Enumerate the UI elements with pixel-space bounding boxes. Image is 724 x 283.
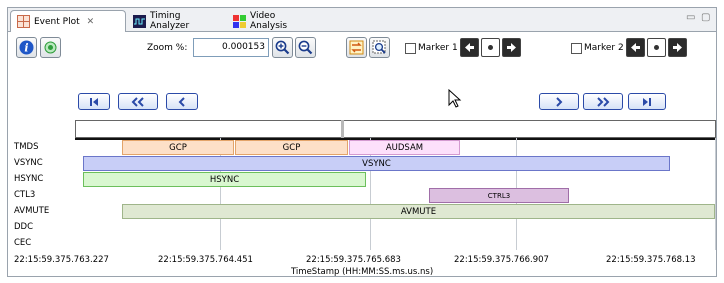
mouse-cursor-icon — [448, 89, 462, 108]
axis-tick-label: 22:15:59.375.766.907 — [454, 255, 549, 265]
axis-label: TimeStamp (HH:MM:SS.ms.us.ns) — [291, 267, 434, 277]
step-back-button[interactable] — [166, 93, 198, 110]
grid-line — [715, 138, 716, 250]
tab-timing-analyzer[interactable]: Timing Analyzer — [127, 11, 227, 31]
arrow-left-icon — [631, 43, 640, 52]
event-plot-area: GCP GCP AUDSAM VSYNC HSYNC CTRL3 AVMUTE TimeSt… — [8, 64, 716, 277]
page-back-button[interactable] — [118, 93, 158, 110]
double-chevron-right-icon — [597, 96, 610, 107]
marker2-label: Marker 2 — [584, 43, 624, 53]
zoom-region-button[interactable] — [369, 37, 390, 58]
tab-label: Video Analysis — [250, 11, 288, 31]
event-bar-hsync[interactable]: HSYNC — [83, 172, 366, 187]
signal-label-ctl3: CTL3 — [14, 190, 36, 200]
axis-tick-label: 22:15:59.375.763.227 — [14, 255, 109, 265]
signal-label-cec: CEC — [14, 238, 32, 248]
overview-bar[interactable] — [75, 120, 716, 138]
arrow-left-icon — [465, 43, 474, 52]
event-bar-ctrl3[interactable]: CTRL3 — [429, 188, 569, 203]
marker1-label: Marker 1 — [418, 43, 458, 53]
zoom-label: Zoom %: — [147, 43, 188, 53]
event-bar-audsam[interactable]: AUDSAM — [349, 140, 460, 155]
event-bar-vsync[interactable]: VSYNC — [83, 156, 670, 171]
signal-label-hsync: HSYNC — [14, 174, 44, 184]
overview-position-marker[interactable] — [341, 120, 344, 138]
marker1-checkbox[interactable] — [405, 43, 416, 54]
marker1-center-button[interactable] — [481, 38, 500, 57]
arrow-right-icon — [673, 43, 682, 52]
tab-event-plot[interactable]: Event Plot ✕ — [10, 10, 126, 32]
timing-analyzer-icon — [133, 14, 146, 28]
last-button[interactable] — [628, 93, 666, 110]
event-plot-view: Event Plot ✕ Timing Analyzer Video Analy… — [7, 7, 717, 277]
signal-label-vsync: VSYNC — [14, 158, 43, 168]
marker2-checkbox[interactable] — [571, 43, 582, 54]
record-button[interactable] — [40, 37, 61, 58]
axis-tick-label: 22:15:59.375.764.451 — [158, 255, 253, 265]
page-forward-button[interactable] — [583, 93, 623, 110]
maximize-icon[interactable]: ▢ — [701, 12, 710, 23]
fit-width-button[interactable] — [346, 37, 367, 58]
dot-icon — [488, 45, 493, 50]
zoom-region-icon — [372, 40, 386, 54]
tab-label: Timing Analyzer — [150, 11, 190, 31]
marker1-prev-button[interactable] — [460, 38, 479, 57]
tab-label: Event Plot — [34, 16, 80, 27]
close-icon[interactable]: ✕ — [87, 17, 95, 27]
zoom-out-icon — [298, 40, 313, 55]
zoom-out-button[interactable] — [295, 37, 316, 58]
info-icon: i — [19, 40, 34, 55]
step-forward-button[interactable] — [539, 93, 579, 110]
zoom-input[interactable]: 0.000153 — [193, 38, 269, 57]
chevron-left-icon — [178, 96, 185, 107]
marker1-next-button[interactable] — [502, 38, 521, 57]
tab-bar: Event Plot ✕ Timing Analyzer Video Analy… — [8, 8, 716, 32]
swap-icon — [349, 40, 364, 55]
arrow-right-icon — [507, 43, 516, 52]
event-plot-icon — [17, 15, 30, 28]
skip-first-icon — [90, 97, 98, 106]
svg-text:i: i — [24, 42, 28, 55]
signal-label-ddc: DDC — [14, 222, 34, 232]
marker2-next-button[interactable] — [668, 38, 687, 57]
signal-label-tmds: TMDS — [14, 142, 39, 152]
event-bar-avmute[interactable]: AVMUTE — [122, 204, 715, 219]
axis-tick-label: 22:15:59.375.768.13 — [606, 255, 696, 265]
axis-tick-label: 22:15:59.375.765.683 — [306, 255, 401, 265]
toolbar: i Zoom %: 0.000153 Marker 1 Marker 2 — [8, 32, 716, 64]
zoom-in-icon — [275, 40, 290, 55]
skip-last-icon — [643, 97, 651, 106]
video-analysis-icon — [233, 14, 246, 28]
marker2-center-button[interactable] — [647, 38, 666, 57]
signal-grid: GCP GCP AUDSAM VSYNC HSYNC CTRL3 AVMUTE — [75, 138, 716, 250]
double-chevron-left-icon — [131, 96, 144, 107]
record-icon — [44, 41, 57, 54]
event-bar-gcp[interactable]: GCP — [122, 140, 234, 155]
tab-video-analysis[interactable]: Video Analysis — [227, 11, 321, 31]
info-button[interactable]: i — [16, 37, 37, 58]
zoom-in-button[interactable] — [272, 37, 293, 58]
event-bar-gcp[interactable]: GCP — [235, 140, 348, 155]
chevron-right-icon — [556, 96, 563, 107]
minimize-icon[interactable]: ▭ — [686, 12, 695, 23]
signal-label-avmute: AVMUTE — [14, 206, 50, 216]
marker2-prev-button[interactable] — [626, 38, 645, 57]
first-button[interactable] — [78, 93, 110, 110]
dot-icon — [654, 45, 659, 50]
